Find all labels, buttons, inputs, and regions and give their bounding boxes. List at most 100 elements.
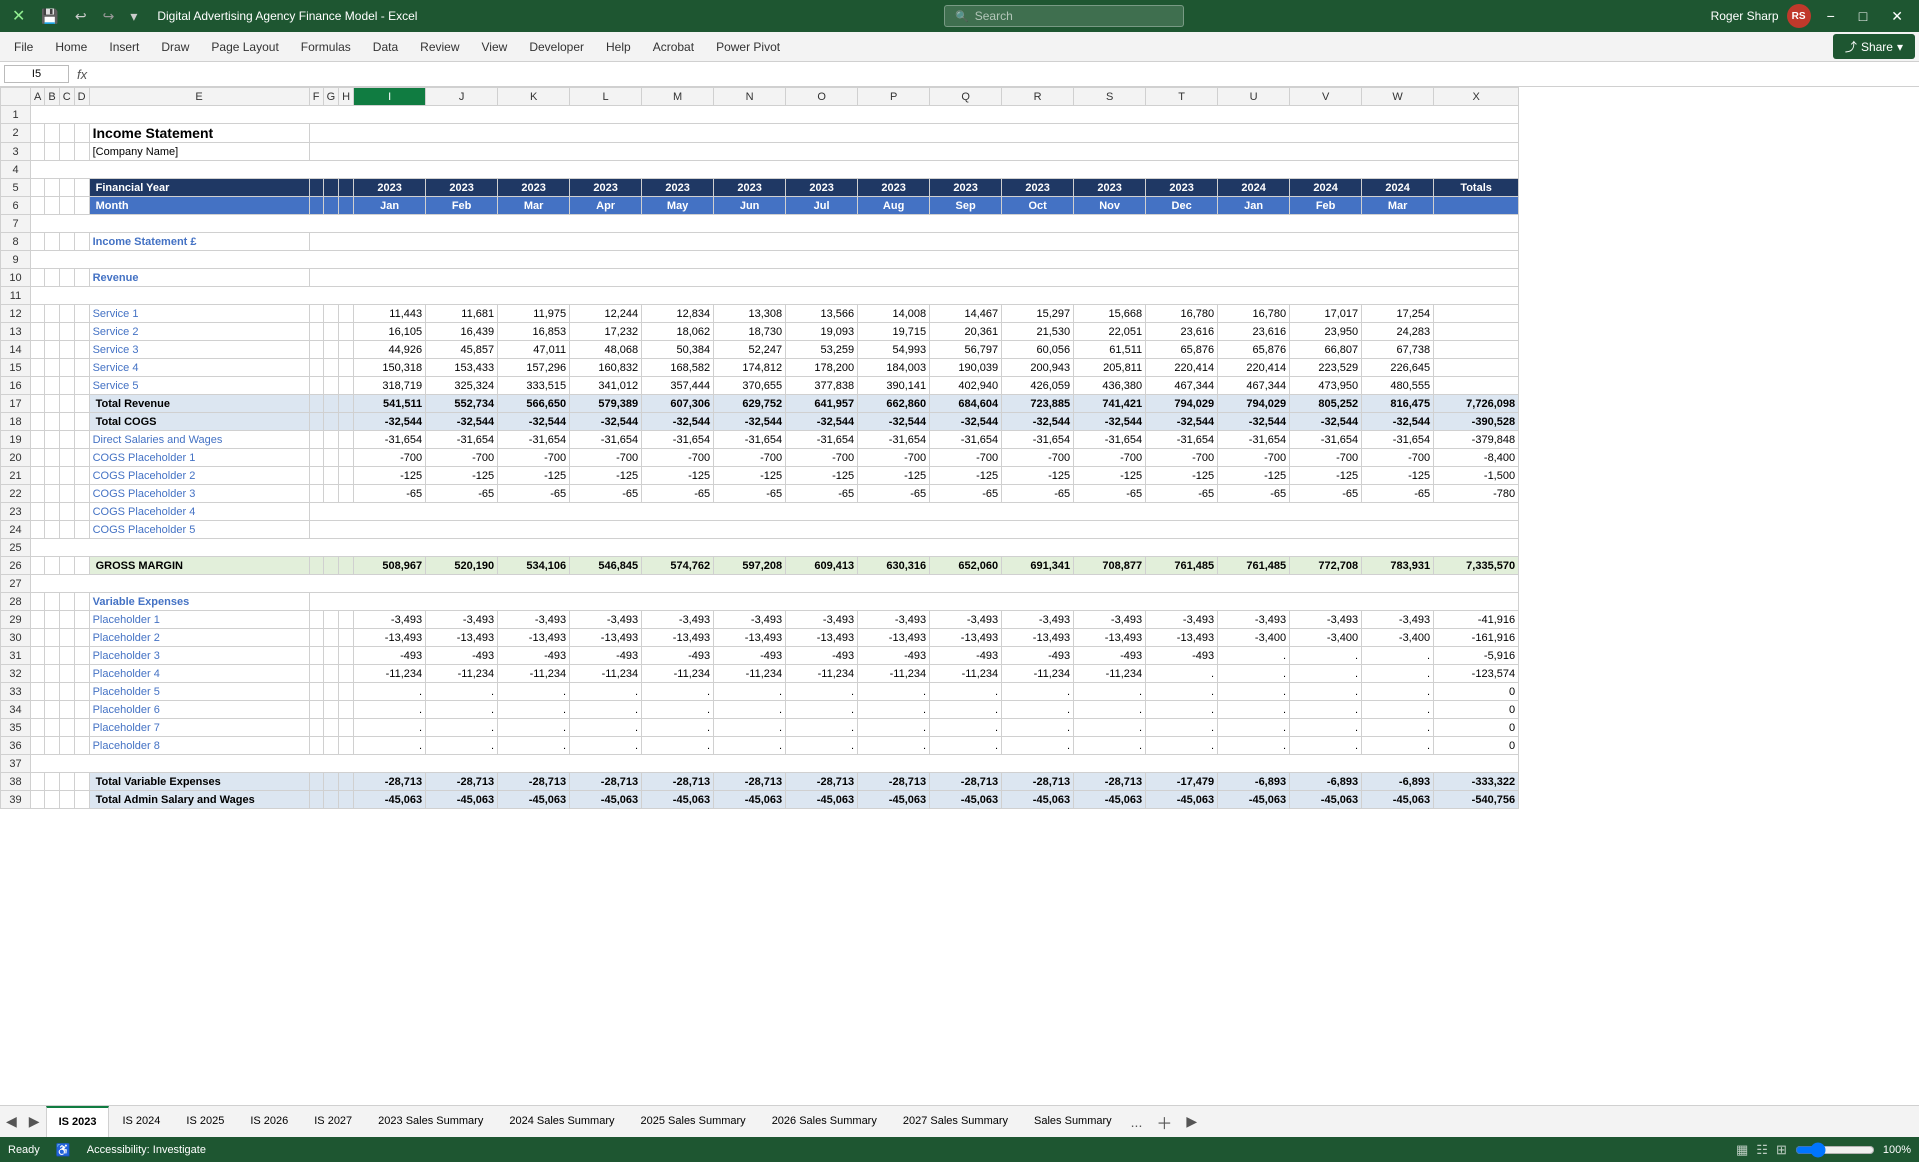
year-2023-apr: 2023 (570, 179, 642, 197)
user-avatar: RS (1787, 4, 1811, 28)
s1-jan: 11,443 (354, 305, 426, 323)
ready-label: Ready (8, 1144, 40, 1156)
ribbon-tab-insert[interactable]: Insert (99, 36, 149, 58)
row-6-months: 6 Month Jan Feb Mar Apr May Jun Jul Aug … (1, 197, 1519, 215)
col-o[interactable]: O (786, 88, 858, 106)
ribbon-tab-pagelayout[interactable]: Page Layout (201, 36, 288, 58)
minimize-button[interactable]: − (1819, 0, 1843, 32)
rownum-4: 4 (1, 161, 31, 179)
search-box[interactable]: 🔍 (944, 5, 1184, 27)
year-2024-jan: 2024 (1218, 179, 1290, 197)
tab-2026-sales[interactable]: 2026 Sales Summary (759, 1106, 890, 1138)
tab-2024-sales[interactable]: 2024 Sales Summary (496, 1106, 627, 1138)
col-i[interactable]: I (354, 88, 426, 106)
share-button[interactable]: ⤴ Share ▾ (1833, 34, 1915, 59)
accessibility-icon: ♿ (56, 1143, 71, 1157)
year-2024-feb: 2024 (1290, 179, 1362, 197)
col-t[interactable]: T (1146, 88, 1218, 106)
ribbon-tab-help[interactable]: Help (596, 36, 641, 58)
col-w[interactable]: W (1362, 88, 1434, 106)
col-b[interactable]: B (45, 88, 59, 106)
col-c[interactable]: C (59, 88, 74, 106)
row-23: 23 COGS Placeholder 4 (1, 503, 1519, 521)
tab-prev-btn[interactable]: ◀ (0, 1106, 23, 1138)
tab-is2026[interactable]: IS 2026 (237, 1106, 301, 1138)
col-q[interactable]: Q (930, 88, 1002, 106)
col-d[interactable]: D (74, 88, 89, 106)
col-x[interactable]: X (1434, 88, 1519, 106)
title-bar-center: 🔍 (417, 5, 1710, 27)
maximize-button[interactable]: □ (1851, 0, 1875, 32)
row-25: 25 (1, 539, 1519, 557)
ribbon-tab-file[interactable]: File (4, 36, 43, 58)
row-35: 35 Placeholder 7 ............... 0 (1, 719, 1519, 737)
tab-is2023[interactable]: IS 2023 (46, 1106, 110, 1138)
col-p[interactable]: P (858, 88, 930, 106)
ribbon-tab-review[interactable]: Review (410, 36, 469, 58)
pagebreak-view-btn[interactable]: ⊞ (1776, 1142, 1787, 1158)
row-8: 8 Income Statement £ (1, 233, 1519, 251)
tab-2023-sales[interactable]: 2023 Sales Summary (365, 1106, 496, 1138)
col-l[interactable]: L (570, 88, 642, 106)
ribbon: File Home Insert Draw Page Layout Formul… (0, 32, 1919, 62)
month-totals (1434, 197, 1519, 215)
ribbon-tab-developer[interactable]: Developer (519, 36, 594, 58)
tab-scroll-right[interactable]: ▶ (1180, 1106, 1203, 1138)
ribbon-tab-view[interactable]: View (472, 36, 518, 58)
col-g[interactable]: G (323, 88, 339, 106)
close-button[interactable]: ✕ (1883, 0, 1911, 32)
zoom-slider[interactable] (1795, 1142, 1875, 1158)
tab-is2027[interactable]: IS 2027 (301, 1106, 365, 1138)
col-k[interactable]: K (498, 88, 570, 106)
tab-is2024[interactable]: IS 2024 (109, 1106, 173, 1138)
col-m[interactable]: M (642, 88, 714, 106)
normal-view-btn[interactable]: ▦ (1736, 1142, 1748, 1158)
month-apr: Apr (570, 197, 642, 215)
redo-icon[interactable]: ↪ (99, 6, 119, 27)
layout-view-btn[interactable]: ☷ (1756, 1142, 1768, 1158)
ribbon-tab-formulas[interactable]: Formulas (291, 36, 361, 58)
ribbon-tab-data[interactable]: Data (363, 36, 408, 58)
year-2023-sep: 2023 (930, 179, 1002, 197)
ribbon-tab-home[interactable]: Home (45, 36, 97, 58)
tab-is2025[interactable]: IS 2025 (173, 1106, 237, 1138)
title-bar-left: ✕ 💾 ↩ ↪ ▾ Digital Advertising Agency Fin… (8, 4, 417, 28)
row-29: 29 Placeholder 1 -3,493 -3,493 -3,493 -3… (1, 611, 1519, 629)
col-j[interactable]: J (426, 88, 498, 106)
month-aug: Aug (858, 197, 930, 215)
row-10: 10 Revenue (1, 269, 1519, 287)
share-icon: ⤴ (1845, 38, 1857, 55)
col-h[interactable]: H (339, 88, 354, 106)
month-jan: Jan (354, 197, 426, 215)
tab-2027-sales[interactable]: 2027 Sales Summary (890, 1106, 1021, 1138)
search-input[interactable] (975, 9, 1173, 23)
rownum-6: 6 (1, 197, 31, 215)
tab-2025-sales[interactable]: 2025 Sales Summary (628, 1106, 759, 1138)
customize-icon[interactable]: ▾ (126, 6, 141, 27)
grid-scroll[interactable]: A B C D E F G H I J K L M N O P Q (0, 87, 1919, 1105)
ribbon-tab-draw[interactable]: Draw (151, 36, 199, 58)
name-box[interactable] (4, 65, 69, 83)
save-icon[interactable]: 💾 (37, 6, 62, 27)
tab-more-btn[interactable]: ... (1125, 1106, 1149, 1138)
year-2023-mar: 2023 (498, 179, 570, 197)
month-jun: Jun (714, 197, 786, 215)
ribbon-tab-acrobat[interactable]: Acrobat (643, 36, 704, 58)
col-s[interactable]: S (1074, 88, 1146, 106)
formula-input[interactable] (95, 67, 1915, 81)
col-a[interactable]: A (31, 88, 45, 106)
ribbon-tab-powerpivot[interactable]: Power Pivot (706, 36, 790, 58)
row-24: 24 COGS Placeholder 5 (1, 521, 1519, 539)
tab-add-btn[interactable]: ＋ (1148, 1110, 1180, 1134)
col-v[interactable]: V (1290, 88, 1362, 106)
col-u[interactable]: U (1218, 88, 1290, 106)
col-f[interactable]: F (309, 88, 323, 106)
col-e[interactable]: E (89, 88, 309, 106)
tab-sales-summary[interactable]: Sales Summary (1021, 1106, 1125, 1138)
tab-next-btn[interactable]: ▶ (23, 1106, 46, 1138)
undo-icon[interactable]: ↩ (71, 6, 91, 27)
row-2: 2 Income Statement (1, 124, 1519, 143)
col-r[interactable]: R (1002, 88, 1074, 106)
col-n[interactable]: N (714, 88, 786, 106)
service1-label: Service 1 (89, 305, 309, 323)
